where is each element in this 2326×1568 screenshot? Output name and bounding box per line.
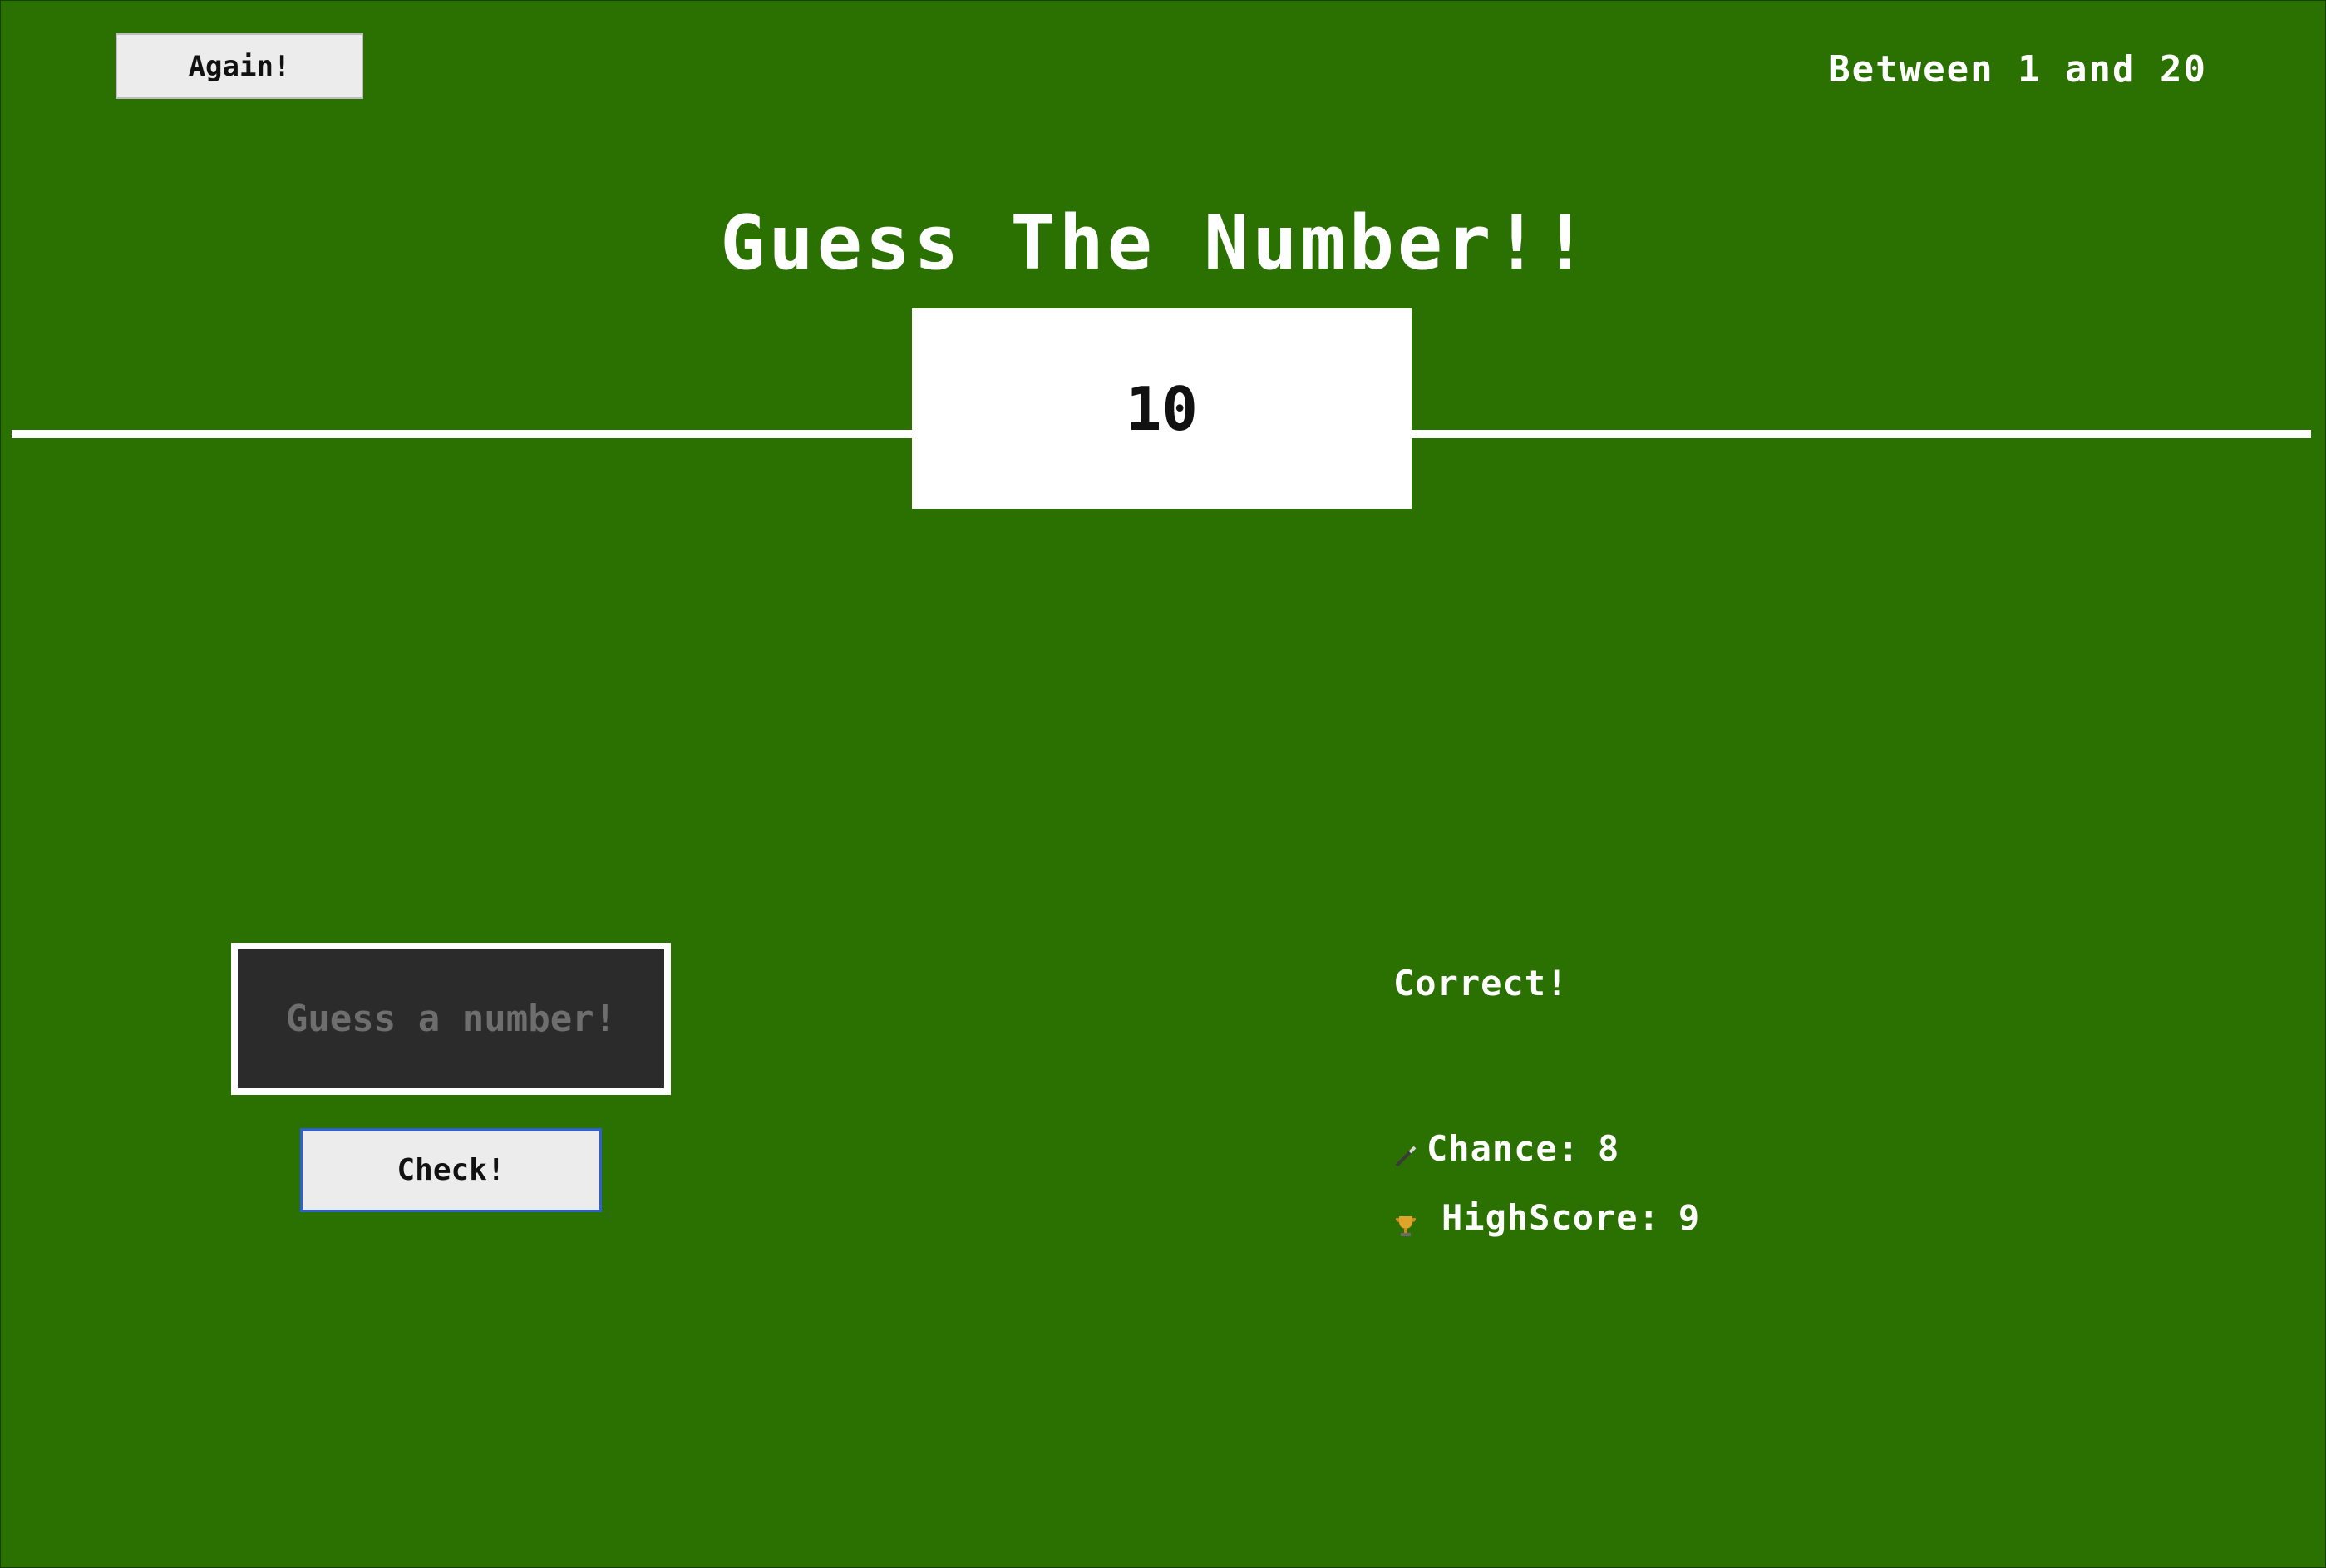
page-title: Guess The Number!!: [720, 200, 1591, 287]
check-button[interactable]: Check!: [300, 1128, 602, 1212]
highscore-label: HighScore:: [1441, 1197, 1660, 1238]
guess-input[interactable]: [231, 943, 671, 1095]
status-message: Correct!: [1393, 963, 1569, 1003]
chance-label: Chance:: [1427, 1128, 1580, 1169]
again-button[interactable]: Again!: [116, 33, 363, 99]
secret-number-box: 10: [912, 308, 1412, 509]
range-hint: Between 1 and 20: [1828, 48, 2207, 91]
highscore-stat: HighScore: 9: [1393, 1197, 1700, 1238]
chance-stat: Chance: 8: [1393, 1128, 1619, 1169]
highscore-value: 9: [1678, 1197, 1701, 1238]
secret-number: 10: [1126, 373, 1198, 444]
trophy-icon: [1393, 1206, 1418, 1236]
chance-value: 8: [1598, 1128, 1620, 1169]
wand-icon: [1393, 1137, 1418, 1166]
